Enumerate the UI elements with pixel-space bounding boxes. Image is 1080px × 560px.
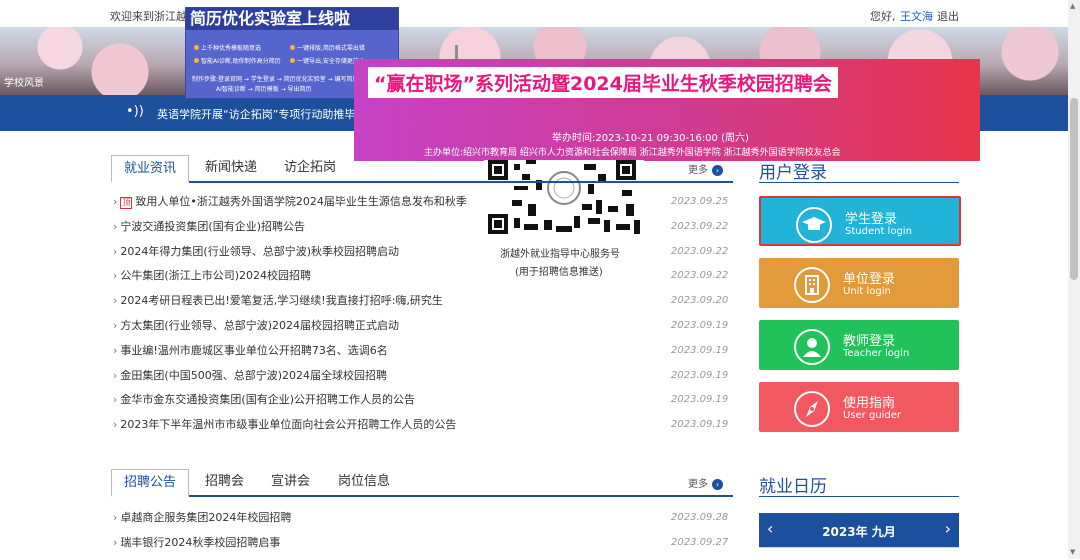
chevron-icon: › <box>113 418 118 432</box>
bullet-icon <box>194 45 199 50</box>
recruit-more-link[interactable]: 更多 › <box>688 475 723 490</box>
student-login-label: 学生登录 <box>845 212 898 227</box>
tab-info-sessions[interactable]: 宣讲会 <box>271 469 310 495</box>
chevron-icon: › <box>113 219 118 233</box>
ticker-text[interactable]: 英语学院开展“访企拓岗”专项行动助推毕业 <box>157 106 366 122</box>
list-item[interactable]: › 金田集团(中国500强、总部宁波)2024届全球校园招聘 2023.09.19 <box>111 364 733 389</box>
chevron-icon: › <box>113 343 118 357</box>
scrollbar-thumb[interactable] <box>1070 98 1078 280</box>
chevron-icon: › <box>113 511 118 524</box>
list-item[interactable]: › 2024年得力集团(行业领导、总部宁波)秋季校园招聘启动 2023.09.22 <box>111 240 733 265</box>
graduation-cap-icon <box>796 207 832 243</box>
employment-calendar: ‹ 2023年 九月 › <box>759 513 959 560</box>
job-fair-title: “赢在职场”系列活动暨2024届毕业生秋季校园招聘会 <box>368 67 838 98</box>
user-name-link[interactable]: 王文海 <box>900 8 933 24</box>
student-login-sub: Student login <box>845 226 912 237</box>
more-arrow-icon: › <box>712 164 723 176</box>
list-item[interactable]: › 事业编!温州市鹿城区事业单位公开招聘73名、选调6名 2023.09.19 <box>111 339 733 364</box>
chevron-icon: › <box>113 269 118 283</box>
popup-steps: 制作步骤:登录官网 → 学生登录 → 简历优化实验室 → 编写简历 <box>192 76 359 83</box>
more-arrow-icon: › <box>712 478 723 490</box>
recruit-list: › 卓越商企服务集团2024年校园招聘 2023.09.28 › 瑞丰银行2024秋季… <box>111 506 733 556</box>
chevron-icon: › <box>113 368 118 382</box>
news-list: › 顶致用人单位•浙江越秀外国语学院2024届毕业生生源信息发布和秋季 2023.0… <box>111 190 733 438</box>
person-icon <box>794 329 830 365</box>
news-tabs: 就业资讯 新闻快递 访企拓岗 更多 › <box>111 155 733 183</box>
tab-job-fairs[interactable]: 招聘会 <box>205 469 244 495</box>
popup-line: 上千种优秀模板随意选 <box>194 43 261 52</box>
user-guide-sub: User guider <box>843 410 902 421</box>
resume-lab-title: 简历优化实验室上线啦 <box>186 8 398 30</box>
list-item[interactable]: › 宁波交通投资集团(国有企业)招聘公告 2023.09.22 <box>111 215 733 240</box>
bullet-icon <box>290 45 295 50</box>
popup-line: 智能AI诊断,助你制作高分简历 <box>194 56 281 65</box>
unit-login-sub: Unit login <box>843 286 891 297</box>
teacher-login-sub: Teacher login <box>843 348 910 359</box>
chevron-icon: › <box>113 318 118 332</box>
hero-caption: 学校风景 <box>4 78 44 89</box>
top-bar: 欢迎来到浙江越秀 您好, 王文海 退出 <box>0 0 1068 30</box>
chevron-icon: › <box>113 535 118 549</box>
unit-login-label: 单位登录 <box>843 272 896 287</box>
scroll-up-icon[interactable]: ▲ <box>1070 2 1075 10</box>
calendar-title: 就业日历 <box>759 472 959 497</box>
teacher-login-button[interactable]: 教师登录 Teacher login <box>759 320 959 370</box>
job-fair-time: 举办时间:2023-10-21 09:30-16:00 (周六) <box>552 133 749 144</box>
chevron-icon: › <box>113 393 118 407</box>
calendar-month: 2023年 九月 <box>822 525 896 539</box>
list-item[interactable]: › 顶致用人单位•浙江越秀外国语学院2024届毕业生生源信息发布和秋季 2023.0… <box>111 190 733 215</box>
news-more-link[interactable]: 更多 › <box>688 161 723 176</box>
teacher-login-label: 教师登录 <box>843 334 896 349</box>
list-item[interactable]: › 卓越商企服务集团2024年校园招聘 2023.09.28 <box>111 506 733 531</box>
bullet-icon <box>290 58 295 63</box>
popup-line: 一键排版,简历格式零出错 <box>290 43 365 52</box>
list-item[interactable]: › 公牛集团(浙江上市公司)2024校园招聘 2023.09.22 <box>111 264 733 289</box>
unit-login-button[interactable]: 单位登录 Unit login <box>759 258 959 308</box>
list-item[interactable]: › 瑞丰银行2024秋季校园招聘启事 2023.09.27 <box>111 531 733 556</box>
chevron-icon: › <box>113 244 118 258</box>
calendar-grid <box>759 547 959 560</box>
scroll-down-icon[interactable]: ▼ <box>1070 548 1075 556</box>
user-guide-button[interactable]: 使用指南 User guider <box>759 382 959 432</box>
greeting-text: 您好, <box>870 10 896 23</box>
login-title: 用户登录 <box>759 158 959 183</box>
list-item[interactable]: › 2023年下半年温州市市级事业单位面向社会公开招聘工作人员的公告 2023.09… <box>111 413 733 438</box>
tab-news-express[interactable]: 新闻快递 <box>205 155 257 181</box>
pinned-badge: 顶 <box>120 197 133 209</box>
building-icon <box>794 267 830 303</box>
tab-positions[interactable]: 岗位信息 <box>338 469 390 495</box>
chevron-icon: › <box>113 294 118 308</box>
recruit-tabs: 招聘公告 招聘会 宣讲会 岗位信息 更多 › <box>111 469 733 497</box>
tab-company-visits[interactable]: 访企拓岗 <box>284 155 336 181</box>
list-item[interactable]: › 2024考研日程表已出!爱笔复活,学习继续!我直接打招呼:嗨,研究生 2023.… <box>111 289 733 314</box>
user-guide-label: 使用指南 <box>843 396 896 411</box>
broadcast-icon: •)) <box>126 104 144 119</box>
logout-link[interactable]: 退出 <box>937 8 959 24</box>
list-item[interactable]: › 金华市金东交通投资集团(国有企业)公开招聘工作人员的公告 2023.09.19 <box>111 388 733 413</box>
bullet-icon <box>194 58 199 63</box>
calendar-next-button[interactable]: › <box>945 519 951 538</box>
job-fair-banner[interactable]: “赢在职场”系列活动暨2024届毕业生秋季校园招聘会 举办时间:2023-10-… <box>354 59 980 161</box>
tab-employment-news[interactable]: 就业资讯 <box>111 155 190 183</box>
popup-steps-2: AI智能诊断 → 简历模板 → 导出简历 <box>216 86 312 93</box>
tab-recruit-notices[interactable]: 招聘公告 <box>111 469 190 497</box>
list-item[interactable]: › 方太集团(行业领导、总部宁波)2024届校园招聘正式启动 2023.09.19 <box>111 314 733 339</box>
page-scrollbar[interactable]: ▲ ▼ <box>1068 0 1080 559</box>
compass-icon <box>794 391 830 427</box>
chevron-icon: › <box>113 195 118 208</box>
student-login-button[interactable]: 学生登录 Student login <box>759 196 961 246</box>
